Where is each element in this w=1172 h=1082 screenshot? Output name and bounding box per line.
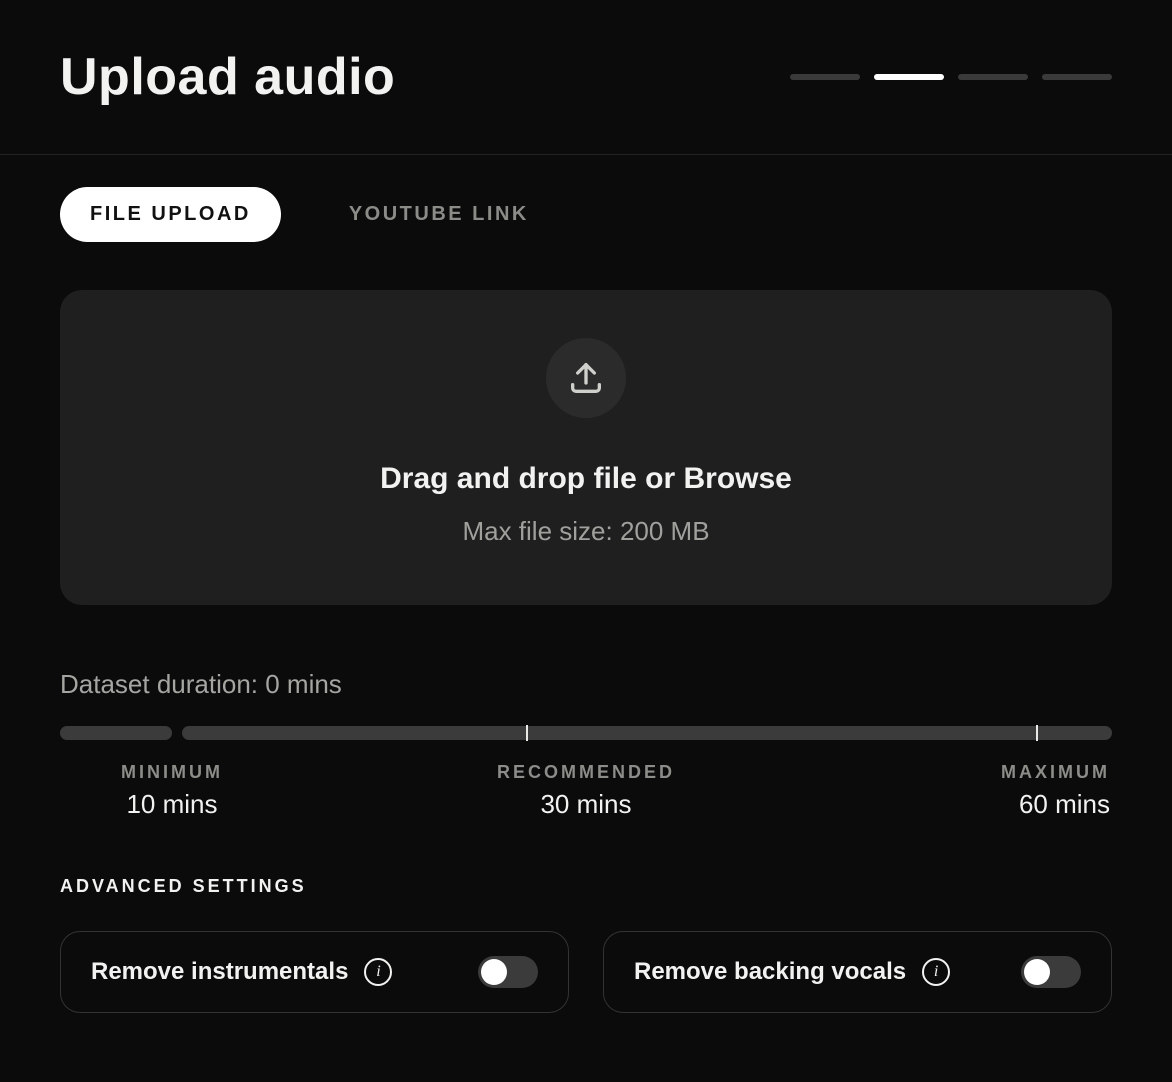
duration-bar-seg-2 [182,726,1112,740]
duration-mark-recommended: RECOMMENDED 30 mins [282,762,890,820]
advanced-settings-title: ADVANCED SETTINGS [60,876,1112,897]
dataset-duration-label: Dataset duration: 0 mins [60,669,1112,700]
duration-mark-recommended-value: 30 mins [540,789,631,820]
step-2 [874,74,944,80]
info-icon[interactable]: i [922,958,950,986]
dropzone-subtext: Max file size: 200 MB [462,516,709,547]
toggle-remove-instrumentals[interactable] [478,956,538,988]
duration-mark-minimum-value: 10 mins [126,789,217,820]
step-3 [958,74,1028,80]
upload-mode-tabs: FILE UPLOAD YOUTUBE LINK [60,187,1112,242]
duration-tick-recommended [526,725,528,741]
duration-mark-maximum-label: MAXIMUM [1001,762,1110,783]
duration-mark-minimum-label: MINIMUM [121,762,223,783]
dropzone-text: Drag and drop file or Browse [380,462,792,496]
step-4 [1042,74,1112,80]
duration-mark-maximum-value: 60 mins [1019,789,1110,820]
toggle-knob [481,959,507,985]
duration-tick-maximum [1036,725,1038,741]
toggle-knob [1024,959,1050,985]
tab-file-upload[interactable]: FILE UPLOAD [60,187,281,242]
toggle-remove-backing-vocals[interactable] [1021,956,1081,988]
page-title: Upload audio [60,47,395,107]
option-remove-backing-vocals-label: Remove backing vocals [634,958,906,986]
tab-youtube-link[interactable]: YOUTUBE LINK [319,187,559,242]
duration-bar [60,726,1112,740]
option-remove-instrumentals-label: Remove instrumentals [91,958,348,986]
upload-icon [546,338,626,418]
progress-stepper [790,74,1112,80]
duration-mark-minimum: MINIMUM 10 mins [62,762,282,820]
option-remove-backing-vocals: Remove backing vocals i [603,931,1112,1013]
file-dropzone[interactable]: Drag and drop file or Browse Max file si… [60,290,1112,605]
duration-mark-recommended-label: RECOMMENDED [497,762,675,783]
info-icon[interactable]: i [364,958,392,986]
option-remove-instrumentals: Remove instrumentals i [60,931,569,1013]
duration-bar-seg-1 [60,726,172,740]
duration-mark-maximum: MAXIMUM 60 mins [890,762,1110,820]
step-1 [790,74,860,80]
